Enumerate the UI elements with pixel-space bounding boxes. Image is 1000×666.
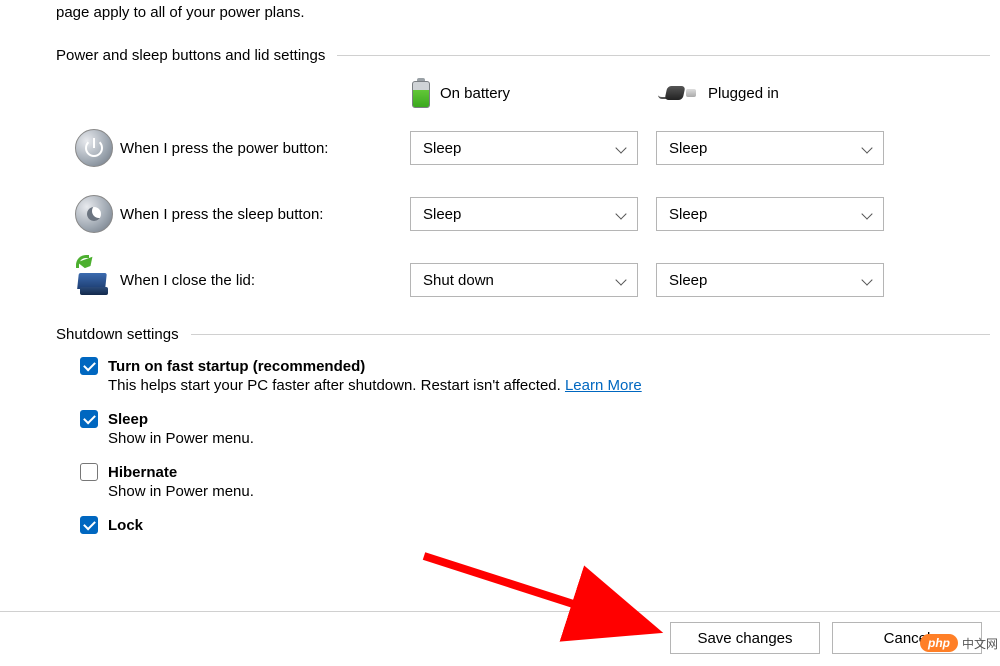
checkbox-description: Show in Power menu. bbox=[80, 428, 1000, 455]
shutdown-item-lock: Lock bbox=[80, 514, 1000, 540]
row-label: When I press the sleep button: bbox=[120, 206, 410, 223]
checkbox-lock[interactable] bbox=[80, 516, 98, 534]
select-value: Sleep bbox=[423, 140, 461, 157]
select-power-on-battery[interactable]: Sleep bbox=[410, 131, 638, 165]
row-sleep-button: When I press the sleep button: Sleep Sle… bbox=[56, 188, 1000, 254]
cancel-button[interactable]: Cancel bbox=[832, 622, 982, 654]
select-lid-plugged-in[interactable]: Sleep bbox=[656, 263, 884, 297]
power-button-icon bbox=[75, 129, 113, 167]
battery-icon bbox=[412, 78, 430, 108]
select-sleep-plugged-in[interactable]: Sleep bbox=[656, 197, 884, 231]
checkbox-description: This helps start your PC faster after sh… bbox=[80, 375, 1000, 402]
chevron-down-icon bbox=[861, 208, 873, 220]
chevron-down-icon bbox=[861, 274, 873, 286]
checkbox-hibernate[interactable] bbox=[80, 463, 98, 481]
section-title-shutdown: Shutdown settings bbox=[56, 326, 179, 343]
select-sleep-on-battery[interactable]: Sleep bbox=[410, 197, 638, 231]
shutdown-item-fast-startup: Turn on fast startup (recommended) This … bbox=[80, 355, 1000, 408]
chevron-down-icon bbox=[615, 142, 627, 154]
row-close-lid: When I close the lid: Shut down Sleep bbox=[56, 254, 1000, 320]
save-changes-button[interactable]: Save changes bbox=[670, 622, 820, 654]
section-title-buttons-lid: Power and sleep buttons and lid settings bbox=[56, 47, 325, 64]
divider bbox=[337, 55, 990, 56]
row-power-button: When I press the power button: Sleep Sle… bbox=[56, 122, 1000, 188]
select-lid-on-battery[interactable]: Shut down bbox=[410, 263, 638, 297]
checkbox-label: Lock bbox=[108, 517, 143, 534]
chevron-down-icon bbox=[861, 142, 873, 154]
select-value: Sleep bbox=[669, 140, 707, 157]
learn-more-link[interactable]: Learn More bbox=[565, 377, 642, 394]
row-label: When I press the power button: bbox=[120, 140, 410, 157]
shutdown-item-sleep: Sleep Show in Power menu. bbox=[80, 408, 1000, 461]
sleep-button-icon bbox=[75, 195, 113, 233]
shutdown-item-hibernate: Hibernate Show in Power menu. bbox=[80, 461, 1000, 514]
divider bbox=[191, 334, 990, 335]
select-value: Sleep bbox=[669, 272, 707, 289]
select-power-plugged-in[interactable]: Sleep bbox=[656, 131, 884, 165]
checkbox-label: Sleep bbox=[108, 411, 148, 428]
select-value: Shut down bbox=[423, 272, 494, 289]
checkbox-label: Hibernate bbox=[108, 464, 177, 481]
chevron-down-icon bbox=[615, 274, 627, 286]
checkbox-sleep[interactable] bbox=[80, 410, 98, 428]
intro-text: page apply to all of your power plans. bbox=[56, 0, 1000, 41]
chevron-down-icon bbox=[615, 208, 627, 220]
checkbox-label: Turn on fast startup (recommended) bbox=[108, 358, 365, 375]
column-header-on-battery: On battery bbox=[440, 85, 510, 102]
select-value: Sleep bbox=[669, 206, 707, 223]
select-value: Sleep bbox=[423, 206, 461, 223]
checkbox-fast-startup[interactable] bbox=[80, 357, 98, 375]
row-label: When I close the lid: bbox=[120, 272, 410, 289]
close-lid-icon bbox=[74, 265, 114, 295]
footer-bar: Save changes Cancel bbox=[0, 611, 1000, 666]
checkbox-description: Show in Power menu. bbox=[80, 481, 1000, 508]
column-header-plugged-in: Plugged in bbox=[708, 85, 779, 102]
plug-icon bbox=[658, 83, 698, 103]
